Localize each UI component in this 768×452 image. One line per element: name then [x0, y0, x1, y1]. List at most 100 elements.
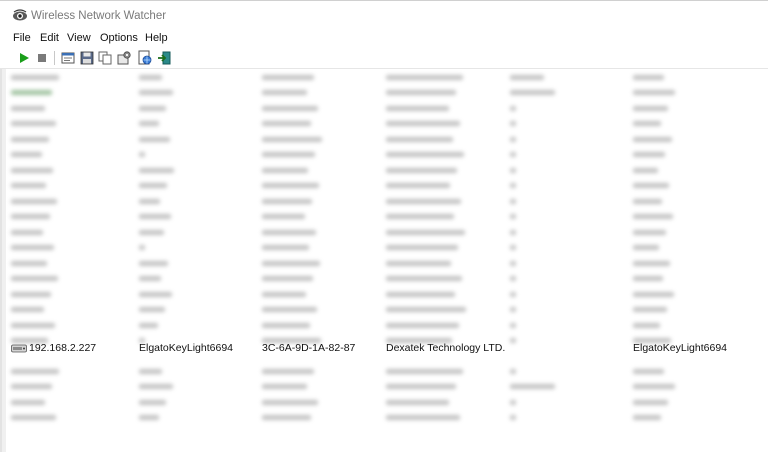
- blurred-cell: [262, 276, 313, 281]
- cell-adapter-company: Dexatek Technology LTD.: [386, 342, 506, 354]
- blurred-cell: [262, 384, 307, 389]
- play-icon[interactable]: [16, 50, 32, 66]
- menu-help[interactable]: Help: [145, 32, 168, 44]
- blurred-cell: [633, 415, 661, 420]
- blurred-cell: [262, 261, 320, 266]
- blurred-cell: [139, 415, 159, 420]
- blurred-row: [2, 194, 768, 209]
- blurred-cell: [262, 75, 314, 80]
- blurred-row: [2, 209, 768, 224]
- window-title: Wireless Network Watcher: [31, 10, 167, 22]
- blurred-cell: [262, 137, 322, 142]
- blurred-cell: [11, 152, 42, 157]
- blurred-cell: [262, 168, 308, 173]
- blurred-row: [2, 287, 768, 302]
- menu-edit[interactable]: Edit: [40, 32, 59, 44]
- blurred-cell: [262, 121, 311, 126]
- blurred-cell: [139, 199, 160, 204]
- blurred-cell: [510, 261, 516, 266]
- menu-bar: File Edit View Options Help: [0, 30, 768, 47]
- blurred-cell: [386, 168, 457, 173]
- blurred-cell: [510, 90, 555, 95]
- blurred-cell: [11, 75, 59, 80]
- blurred-cell: [510, 168, 516, 173]
- properties-icon[interactable]: [60, 50, 76, 66]
- exit-icon[interactable]: [156, 50, 172, 66]
- blurred-cell: [262, 106, 318, 111]
- menu-options[interactable]: Options: [100, 32, 138, 44]
- blurred-row: [2, 410, 768, 425]
- blurred-cell: [386, 276, 462, 281]
- blurred-cell: [386, 400, 449, 405]
- blurred-cell: [262, 230, 316, 235]
- cell-mac-address: 3C-6A-9D-1A-82-87: [262, 342, 356, 354]
- blurred-cell: [139, 384, 173, 389]
- blurred-cell: [633, 323, 660, 328]
- blurred-cell: [633, 276, 663, 281]
- blurred-cell: [262, 183, 319, 188]
- blurred-cell: [633, 261, 670, 266]
- blurred-cell: [11, 183, 46, 188]
- blurred-cell: [262, 400, 318, 405]
- blurred-cell: [139, 137, 170, 142]
- blurred-cell: [386, 230, 465, 235]
- menu-view[interactable]: View: [67, 32, 91, 44]
- blurred-cell: [139, 106, 166, 111]
- blurred-cell: [510, 106, 516, 111]
- blurred-cell: [139, 152, 145, 157]
- html-report-icon[interactable]: [137, 50, 153, 66]
- blurred-cell: [262, 214, 305, 219]
- blurred-cell: [262, 323, 310, 328]
- blurred-cell: [11, 400, 45, 405]
- blurred-cell: [11, 384, 52, 389]
- copy-icon[interactable]: [97, 50, 113, 66]
- blurred-cell: [633, 90, 675, 95]
- blurred-cell: [262, 90, 307, 95]
- blurred-cell: [510, 415, 516, 420]
- options-icon[interactable]: [116, 50, 132, 66]
- blurred-cell: [386, 323, 459, 328]
- blurred-row: [2, 147, 768, 162]
- blurred-cell: [386, 261, 451, 266]
- toolbar-separator: [54, 51, 55, 65]
- blurred-cell: [11, 121, 56, 126]
- blurred-cell: [386, 183, 450, 188]
- table-row-selected-device[interactable]: 192.168.2.227 ElgatoKeyLight6694 3C-6A-9…: [2, 341, 768, 356]
- blurred-cell: [262, 307, 317, 312]
- blurred-cell: [633, 183, 669, 188]
- blurred-cell: [262, 369, 314, 374]
- column-header-row[interactable]: [2, 70, 768, 85]
- blurred-cell: [139, 75, 162, 80]
- blurred-row: [2, 178, 768, 193]
- blurred-cell: [510, 400, 516, 405]
- stop-icon[interactable]: [34, 50, 50, 66]
- blurred-cell: [510, 214, 516, 219]
- blurred-row: [2, 132, 768, 147]
- blurred-cell: [139, 183, 167, 188]
- blurred-cell: [633, 214, 673, 219]
- blurred-cell: [11, 261, 47, 266]
- blurred-cell: [11, 90, 52, 95]
- blurred-cell: [11, 199, 57, 204]
- blurred-cell: [386, 90, 456, 95]
- blurred-cell: [510, 199, 516, 204]
- blurred-cell: [386, 214, 454, 219]
- menu-file[interactable]: File: [13, 32, 31, 44]
- blurred-cell: [510, 245, 516, 250]
- save-icon[interactable]: [79, 50, 95, 66]
- blurred-row: [2, 240, 768, 255]
- blurred-row: [2, 271, 768, 286]
- blurred-cell: [633, 152, 665, 157]
- blurred-cell: [139, 292, 172, 297]
- blurred-cell: [633, 230, 666, 235]
- blurred-cell: [139, 276, 161, 281]
- device-list[interactable]: 192.168.2.227 ElgatoKeyLight6694 3C-6A-9…: [0, 69, 768, 452]
- blurred-row: [2, 364, 768, 379]
- blurred-cell: [386, 106, 449, 111]
- blurred-row: [2, 163, 768, 178]
- toolbar: [0, 48, 768, 69]
- blurred-cell: [510, 292, 516, 297]
- blurred-cell: [386, 415, 460, 420]
- blurred-cell: [11, 106, 45, 111]
- blurred-row: [2, 395, 768, 410]
